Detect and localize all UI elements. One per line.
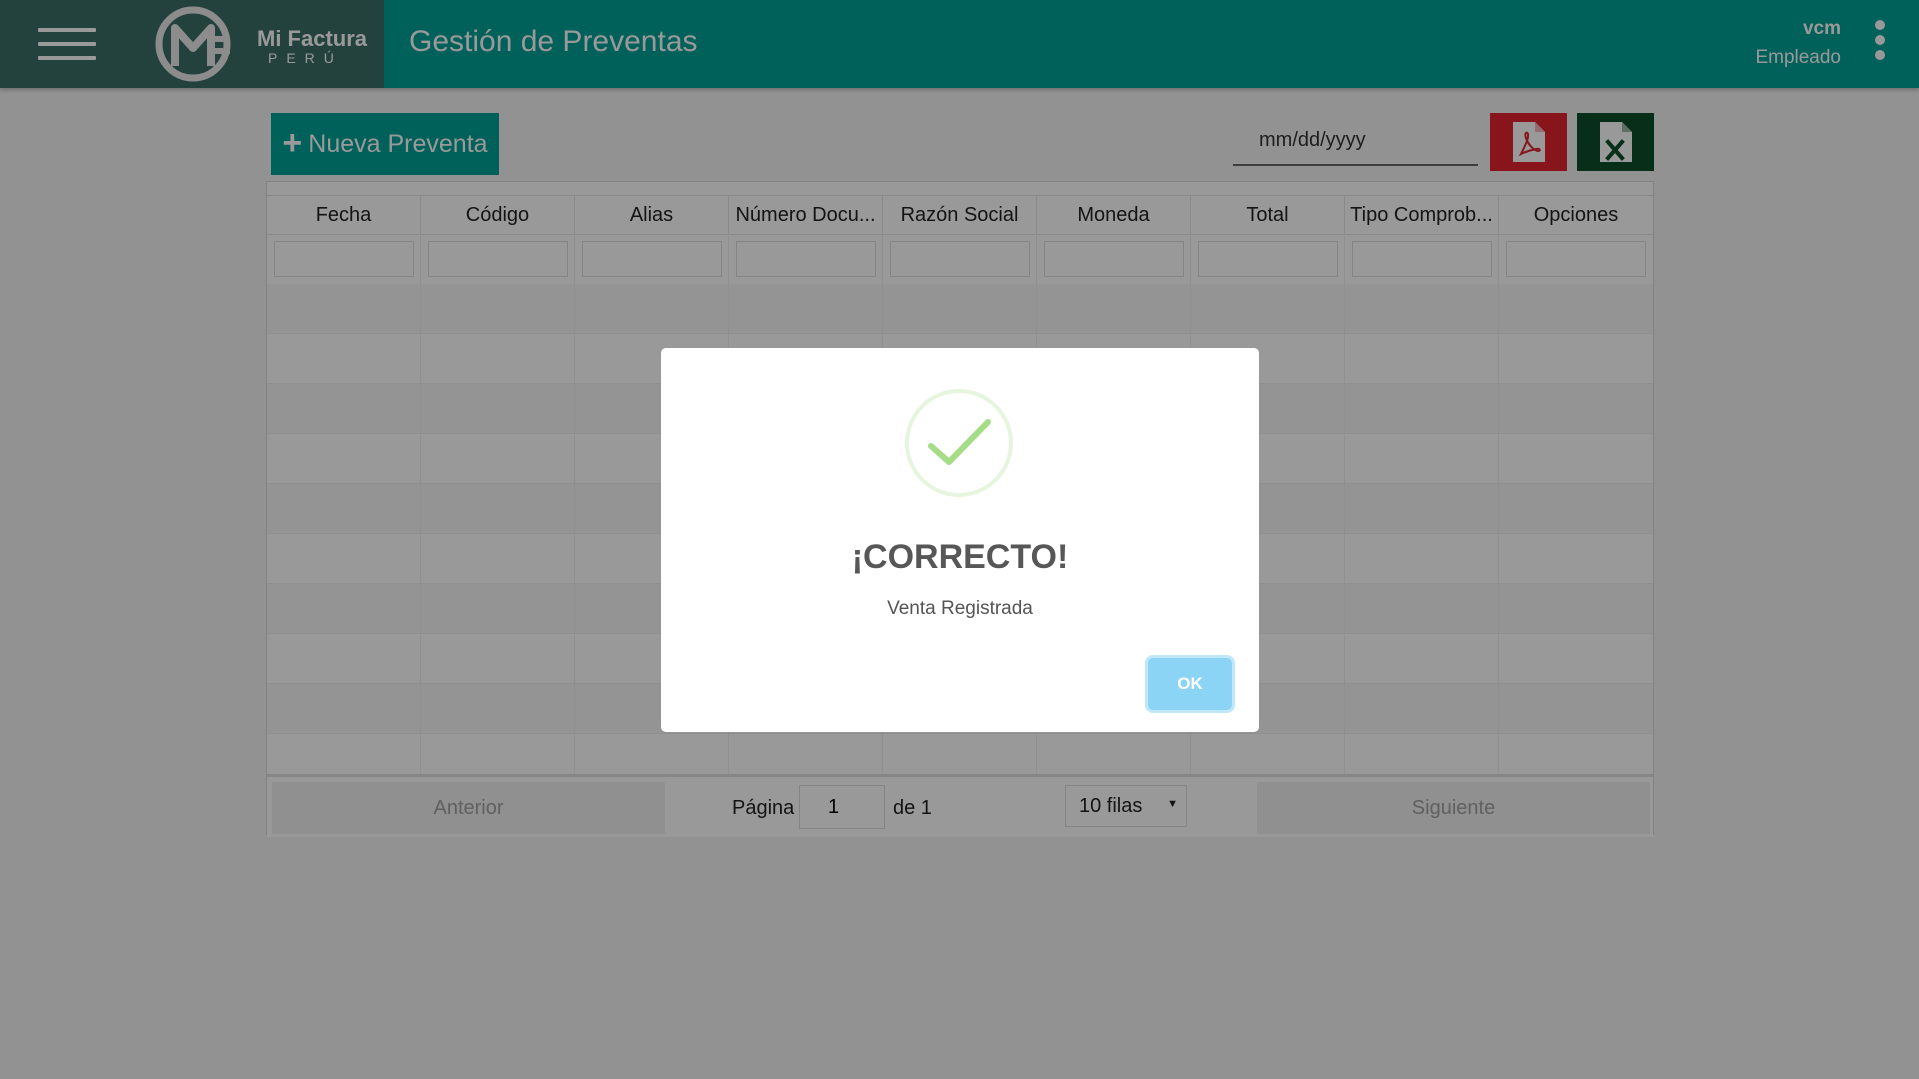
dialog-title: ¡CORRECTO! (851, 538, 1069, 576)
dialog-message: Venta Registrada (887, 598, 1033, 619)
success-dialog: ¡CORRECTO! Venta Registrada OK (661, 348, 1259, 732)
ok-button[interactable]: OK (1148, 658, 1232, 710)
success-check-icon (905, 389, 1013, 497)
